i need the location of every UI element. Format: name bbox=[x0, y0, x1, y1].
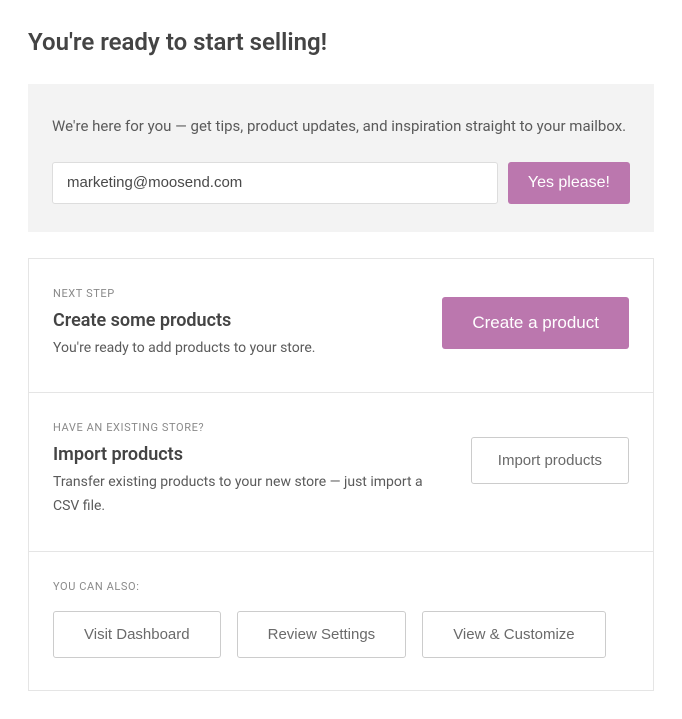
next-step-section: NEXT STEP Create some products You're re… bbox=[29, 259, 653, 394]
create-product-button[interactable]: Create a product bbox=[442, 297, 629, 349]
visit-dashboard-button[interactable]: Visit Dashboard bbox=[53, 611, 221, 658]
footer-section: YOU CAN ALSO: Visit Dashboard Review Set… bbox=[29, 552, 653, 690]
footer-buttons: Visit Dashboard Review Settings View & C… bbox=[53, 611, 629, 658]
page-title: You're ready to start selling! bbox=[28, 28, 654, 56]
next-step-left: NEXT STEP Create some products You're re… bbox=[53, 287, 422, 361]
import-desc: Transfer existing products to your new s… bbox=[53, 471, 451, 519]
footer-eyebrow: YOU CAN ALSO: bbox=[53, 580, 629, 593]
next-step-title: Create some products bbox=[53, 310, 422, 331]
signup-text: We're here for you — get tips, product u… bbox=[52, 114, 630, 140]
review-settings-button[interactable]: Review Settings bbox=[237, 611, 407, 658]
import-section: HAVE AN EXISTING STORE? Import products … bbox=[29, 393, 653, 552]
next-step-eyebrow: NEXT STEP bbox=[53, 287, 422, 300]
import-title: Import products bbox=[53, 444, 451, 465]
email-input[interactable] bbox=[52, 162, 498, 204]
main-panel: NEXT STEP Create some products You're re… bbox=[28, 258, 654, 691]
import-products-button[interactable]: Import products bbox=[471, 437, 629, 484]
signup-box: We're here for you — get tips, product u… bbox=[28, 84, 654, 232]
view-customize-button[interactable]: View & Customize bbox=[422, 611, 605, 658]
import-eyebrow: HAVE AN EXISTING STORE? bbox=[53, 421, 451, 434]
next-step-desc: You're ready to add products to your sto… bbox=[53, 337, 422, 361]
signup-row: Yes please! bbox=[52, 162, 630, 204]
yes-please-button[interactable]: Yes please! bbox=[508, 162, 630, 204]
import-left: HAVE AN EXISTING STORE? Import products … bbox=[53, 421, 451, 519]
